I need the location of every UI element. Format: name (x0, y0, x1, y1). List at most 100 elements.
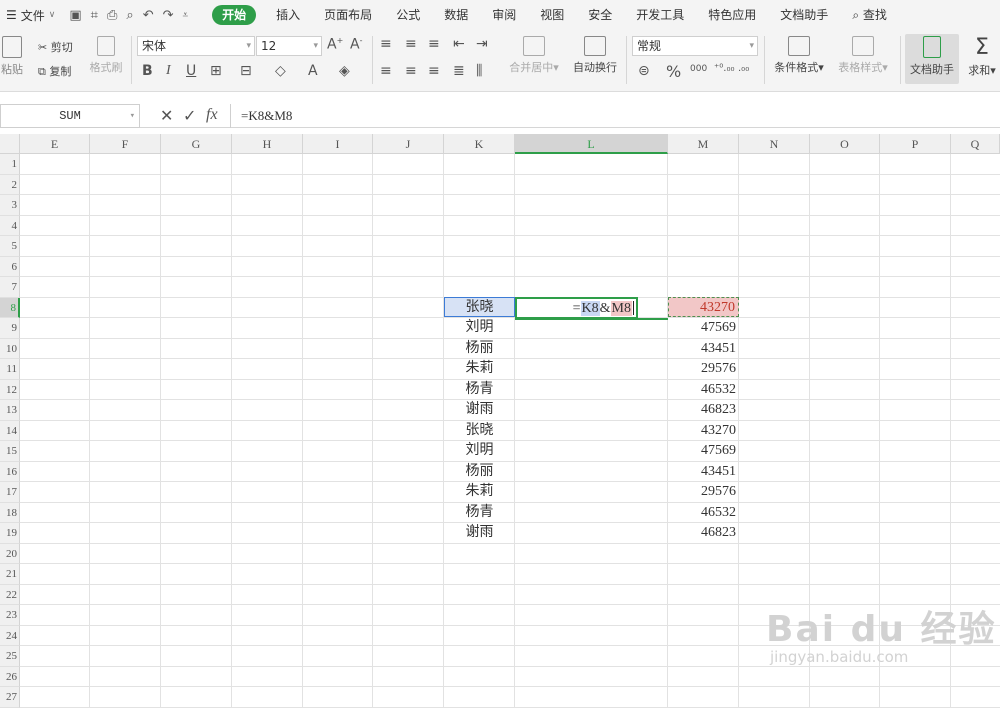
cell-k16[interactable]: 杨丽 (444, 462, 515, 482)
formula-input[interactable]: =K8&M8 (230, 104, 1000, 128)
column-header-n[interactable]: N (739, 134, 810, 154)
indent-increase-icon[interactable]: ⇥ (476, 36, 488, 52)
row-header-17[interactable]: 17 (0, 482, 20, 503)
row-header-4[interactable]: 4 (0, 215, 20, 236)
insert-function-icon[interactable]: fx (206, 106, 218, 124)
decrease-font-icon[interactable]: A- (350, 36, 362, 53)
currency-icon[interactable]: ⊜ (638, 63, 650, 79)
decrease-decimal-icon[interactable]: .₀₀ (738, 63, 749, 74)
row-header-8[interactable]: 8 (0, 297, 20, 318)
cell-m16[interactable]: 43451 (668, 462, 739, 482)
percent-icon[interactable]: % (666, 62, 681, 81)
export-pdf-icon[interactable]: ⌗ (91, 8, 98, 23)
row-header-24[interactable]: 24 (0, 625, 20, 646)
print-icon[interactable]: ⎙ (107, 8, 117, 23)
column-header-p[interactable]: P (880, 134, 951, 154)
row-header-19[interactable]: 19 (0, 523, 20, 544)
fill-color-icon[interactable]: ◇ (275, 63, 286, 79)
increase-decimal-icon[interactable]: ⁺⁰.₀₀ (714, 63, 734, 74)
row-header-15[interactable]: 15 (0, 441, 20, 462)
customize-icon[interactable]: ⩡ (183, 10, 189, 21)
tab-security[interactable]: 安全 (576, 0, 624, 30)
wrap-text-button[interactable]: 自动换行 (568, 34, 622, 75)
row-header-13[interactable]: 13 (0, 400, 20, 421)
column-header-o[interactable]: O (810, 134, 880, 154)
cell-k10[interactable]: 杨丽 (444, 339, 515, 359)
cell-k13[interactable]: 谢雨 (444, 400, 515, 420)
font-name-select[interactable]: 宋体 ▾ (137, 36, 255, 56)
tab-formulas[interactable]: 公式 (384, 0, 432, 30)
cell-k8[interactable]: 张晓 (444, 296, 515, 317)
row-header-18[interactable]: 18 (0, 502, 20, 523)
cell-m10[interactable]: 43451 (668, 339, 739, 359)
row-header-14[interactable]: 14 (0, 420, 20, 441)
row-header-23[interactable]: 23 (0, 605, 20, 626)
row-header-5[interactable]: 5 (0, 236, 20, 257)
search-button[interactable]: ⌕ 查找 (840, 0, 899, 30)
column-header-q[interactable]: Q (951, 134, 1000, 154)
column-header-i[interactable]: I (303, 134, 373, 154)
row-header-20[interactable]: 20 (0, 543, 20, 564)
confirm-icon[interactable]: ✓ (183, 106, 196, 125)
align-right-icon[interactable]: ≡ (428, 63, 440, 79)
cell-m9[interactable]: 47569 (668, 318, 739, 338)
align-top-icon[interactable]: ≡ (380, 36, 392, 52)
row-header-16[interactable]: 16 (0, 461, 20, 482)
cell-k17[interactable]: 朱莉 (444, 482, 515, 502)
sum-button[interactable]: Σ 求和▾ (964, 34, 1000, 78)
cell-k14[interactable]: 张晓 (444, 421, 515, 441)
fill-style-icon[interactable]: ⊟ (240, 63, 252, 79)
tab-page-layout[interactable]: 页面布局 (312, 0, 384, 30)
cell-m15[interactable]: 47569 (668, 441, 739, 461)
tab-home[interactable]: 开始 (212, 5, 257, 25)
table-style-button[interactable]: 表格样式▾ (832, 34, 894, 75)
tab-view[interactable]: 视图 (528, 0, 576, 30)
row-header-9[interactable]: 9 (0, 318, 20, 339)
row-header-3[interactable]: 3 (0, 195, 20, 216)
tab-data[interactable]: 数据 (432, 0, 480, 30)
row-header-25[interactable]: 25 (0, 646, 20, 667)
column-header-e[interactable]: E (20, 134, 90, 154)
row-header-12[interactable]: 12 (0, 379, 20, 400)
clear-format-icon[interactable]: ◈ (339, 63, 350, 79)
save-icon[interactable]: ▣ (69, 8, 81, 23)
copy-button[interactable]: ⧉ 复制 (38, 63, 71, 79)
cell-l8-editor[interactable]: =K8&M8 (515, 296, 638, 319)
format-painter-button[interactable]: 格式刷 (86, 34, 126, 75)
row-header-27[interactable]: 27 (0, 687, 20, 708)
cell-m18[interactable]: 46532 (668, 503, 739, 523)
conditional-format-button[interactable]: 条件格式▾ (768, 34, 830, 75)
merge-center-button[interactable]: 合并居中▾ (503, 34, 565, 75)
font-color-icon[interactable]: A (308, 63, 318, 79)
distributed-icon[interactable]: ⫼ (476, 63, 482, 79)
row-header-11[interactable]: 11 (0, 359, 20, 380)
tab-doc-helper[interactable]: 文档助手 (768, 0, 840, 30)
column-header-h[interactable]: H (232, 134, 303, 154)
row-header-10[interactable]: 10 (0, 338, 20, 359)
number-format-select[interactable]: 常规 ▾ (632, 36, 758, 56)
align-bottom-icon[interactable]: ≡ (428, 36, 440, 52)
cut-button[interactable]: ✂ 剪切 (38, 39, 73, 55)
cell-m8[interactable]: 43270 (668, 296, 739, 317)
align-middle-icon[interactable]: ≡ (405, 36, 417, 52)
tab-special-apps[interactable]: 特色应用 (696, 0, 768, 30)
undo-icon[interactable]: ↶ (143, 8, 154, 23)
underline-icon[interactable]: U (186, 63, 196, 79)
column-header-j[interactable]: J (373, 134, 444, 154)
justify-icon[interactable]: ≣ (453, 63, 465, 79)
doc-helper-button[interactable]: 文档助手 (905, 34, 959, 84)
cell-k15[interactable]: 刘明 (444, 441, 515, 461)
cell-m17[interactable]: 29576 (668, 482, 739, 502)
cell-m13[interactable]: 46823 (668, 400, 739, 420)
column-header-g[interactable]: G (161, 134, 232, 154)
column-header-f[interactable]: F (90, 134, 161, 154)
tab-developer[interactable]: 开发工具 (624, 0, 696, 30)
cell-m12[interactable]: 46532 (668, 380, 739, 400)
select-all-corner[interactable] (0, 134, 20, 154)
tab-review[interactable]: 审阅 (480, 0, 528, 30)
tab-insert[interactable]: 插入 (264, 0, 312, 30)
italic-icon[interactable]: I (166, 63, 171, 79)
cell-m11[interactable]: 29576 (668, 359, 739, 379)
column-header-m[interactable]: M (668, 134, 739, 154)
row-header-7[interactable]: 7 (0, 277, 20, 298)
